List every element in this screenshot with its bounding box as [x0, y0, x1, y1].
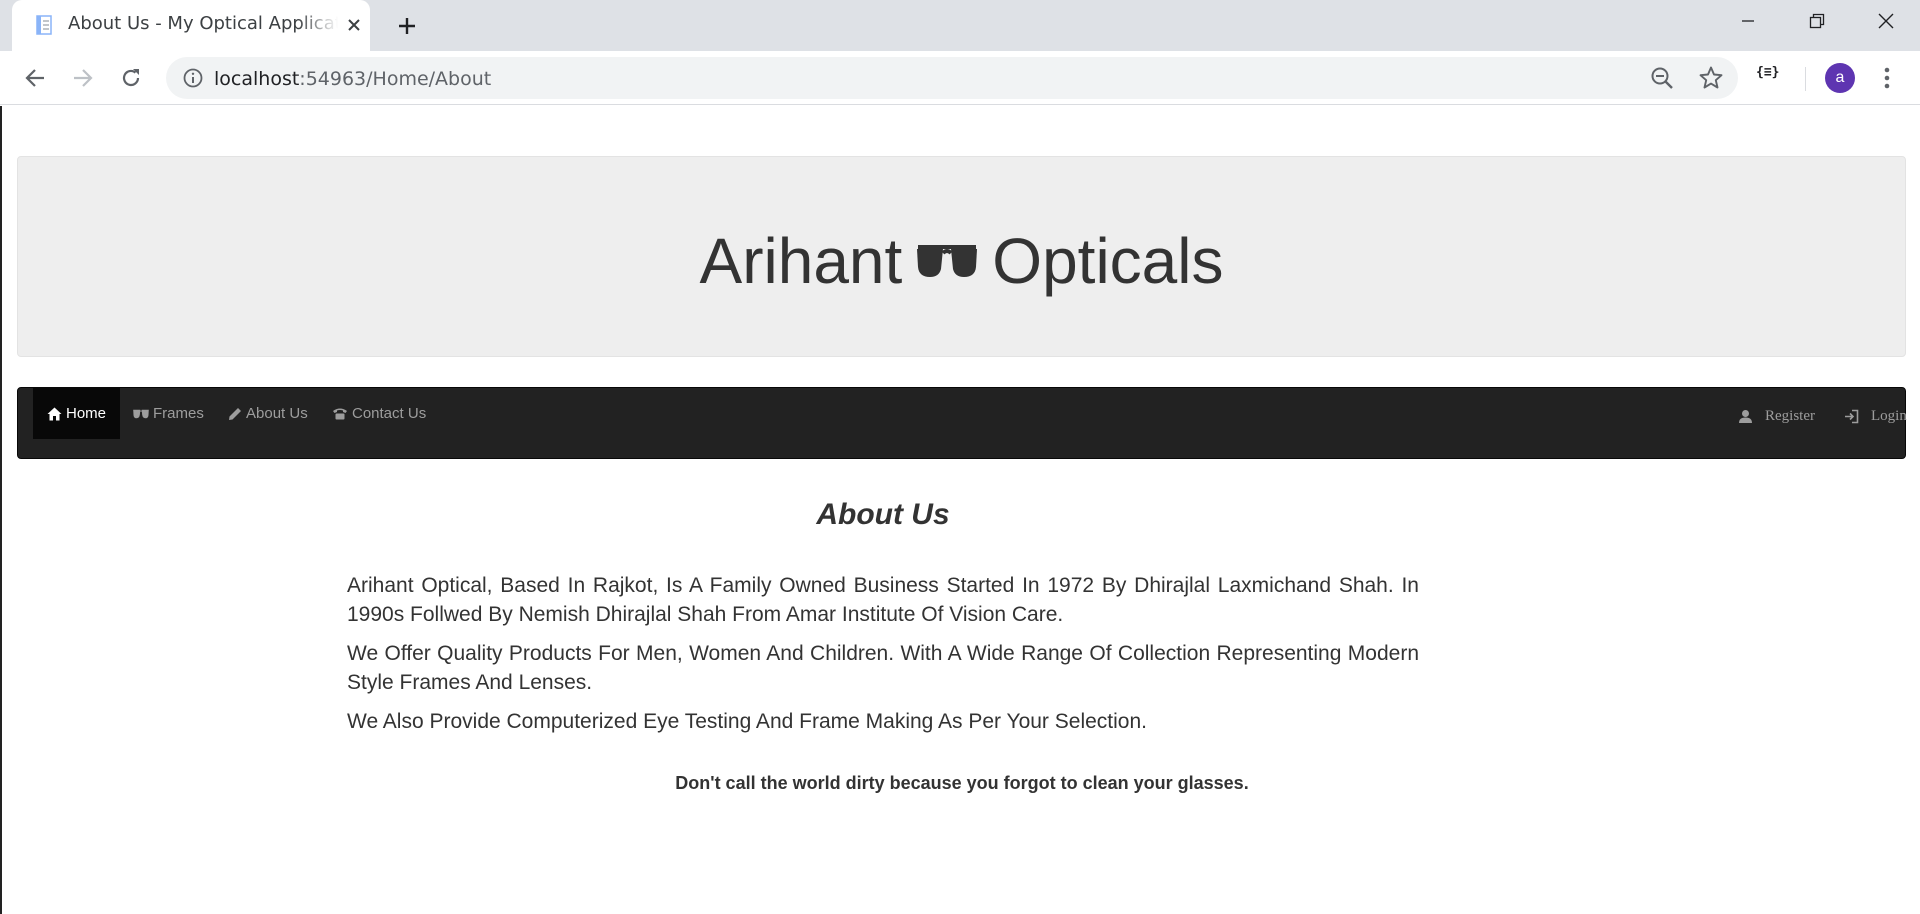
profile-avatar[interactable]: a: [1825, 63, 1855, 93]
user-icon: [1739, 409, 1752, 423]
restore-icon[interactable]: [1783, 0, 1851, 42]
document-favicon-icon: [36, 15, 52, 35]
about-paragraph-2: We Offer Quality Products For Men, Women…: [347, 642, 1419, 694]
url-text[interactable]: localhost:54963/Home/About: [214, 68, 491, 90]
glasses-quote: Don't call the world dirty because you f…: [675, 773, 1249, 793]
brand-name-left: Arihant: [699, 225, 903, 297]
browser-menu-icon[interactable]: [1876, 63, 1898, 93]
browser-tab[interactable]: About Us - My Optical Application: [12, 0, 370, 51]
nav-about-us[interactable]: About Us: [228, 388, 308, 439]
glasses-icon: [133, 409, 149, 418]
forward-arrow-icon[interactable]: [68, 63, 98, 93]
nav-frames-label: Frames: [153, 405, 204, 422]
about-paragraph-3: We Also Provide Computerized Eye Testing…: [347, 710, 1147, 733]
nav-contact-us[interactable]: Contact Us: [332, 388, 426, 439]
page-title: About Us: [816, 498, 950, 531]
url-host: localhost: [214, 68, 300, 90]
extension-icon[interactable]: {≡}: [1756, 65, 1779, 80]
login-icon: [1845, 409, 1859, 423]
nav-contact-us-label: Contact Us: [352, 405, 427, 422]
nav-register[interactable]: Register: [1738, 388, 1815, 444]
browser-tabstrip: About Us - My Optical Application: [0, 0, 1920, 51]
address-bar[interactable]: localhost:54963/Home/About: [166, 57, 1738, 99]
nav-home-label: Home: [66, 405, 107, 422]
site-navbar: Home Frames About Us Contact Us Register…: [17, 387, 1907, 459]
browser-toolbar: localhost:54963/Home/About {≡} a: [0, 51, 1920, 105]
nav-register-label: Register: [1765, 407, 1815, 424]
nav-about-us-label: About Us: [246, 405, 308, 422]
site-info-icon[interactable]: [182, 67, 204, 89]
new-tab-icon[interactable]: [392, 11, 422, 41]
nav-login[interactable]: Login: [1844, 388, 1907, 444]
site-header: Arihant Opticals: [17, 156, 1906, 357]
tab-title: About Us - My Optical Application: [68, 13, 338, 34]
sunglasses-icon: [917, 245, 978, 277]
pencil-icon: [229, 407, 241, 420]
about-paragraph-1: Arihant Optical, Based In Rajkot, Is A F…: [347, 574, 1419, 626]
phone-icon: [333, 408, 347, 420]
window-close-icon[interactable]: [1852, 0, 1920, 42]
nav-home[interactable]: Home: [33, 388, 121, 439]
toolbar-divider: [1805, 67, 1806, 91]
home-icon: [47, 407, 62, 420]
bookmark-star-icon[interactable]: [1698, 65, 1724, 91]
reload-icon[interactable]: [116, 63, 146, 93]
back-arrow-icon[interactable]: [20, 63, 50, 93]
site-brand[interactable]: Arihant Opticals: [18, 229, 1905, 293]
nav-login-label: Login: [1871, 407, 1907, 424]
minimize-icon[interactable]: [1714, 0, 1782, 42]
nav-frames[interactable]: Frames: [133, 388, 204, 439]
url-path: :54963/Home/About: [299, 68, 492, 90]
zoom-out-icon[interactable]: [1649, 65, 1675, 91]
brand-name-right: Opticals: [992, 225, 1224, 297]
tab-close-icon[interactable]: [342, 13, 366, 37]
